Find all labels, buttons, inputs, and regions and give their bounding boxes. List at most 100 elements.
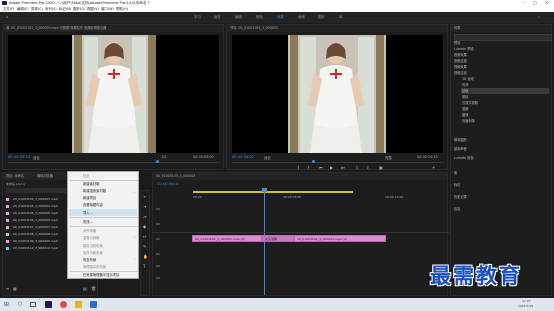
effects-tree-slide[interactable]: 内滑 — [462, 82, 468, 87]
effects-tree-video-transitions[interactable]: 视频过渡 — [454, 70, 467, 75]
menu-item-reveal-explorer[interactable]: 在资源管理器中显示项目 — [83, 272, 119, 277]
workspace-tab-libraries[interactable]: 库 — [339, 14, 342, 20]
panel-essential-graphics[interactable]: 基本图形 — [454, 137, 467, 142]
effects-tree-page-peel[interactable]: 页面剥落 — [462, 118, 475, 123]
effects-tree-3d[interactable]: 3D 运动 — [462, 76, 474, 81]
track-label-a1[interactable]: A1 — [156, 252, 160, 256]
timeline-tab[interactable]: 00_01003103_3_000003 — [156, 173, 195, 180]
app-taskbar-icon[interactable] — [90, 301, 97, 308]
hand-tool-icon[interactable]: ✋ — [143, 255, 148, 259]
program-video-frame[interactable] — [232, 35, 443, 153]
menu-item-save-layout[interactable]: 保存当前布局 — [83, 243, 103, 248]
source-tab[interactable]: 源: 00_01003103_3_000003.mp4 元数据 效果控件 音频剪… — [6, 25, 106, 32]
track-select-tool-icon[interactable]: ⇥ — [143, 205, 146, 209]
menu-item-new-project[interactable]: 新建项目 — [83, 195, 96, 200]
timeline-clip-1[interactable]: 00_01003103_3_000003.mp4 [V] — [192, 235, 262, 242]
source-video-frame[interactable] — [8, 35, 219, 153]
workspace-tab-color[interactable]: 颜色 — [256, 14, 263, 20]
effects-tree-wipe[interactable]: 擦除 — [462, 94, 468, 99]
effects-tree-immersive[interactable]: 沉浸式视频 — [462, 100, 478, 105]
menu-item-find[interactable]: 查找... — [83, 219, 93, 224]
menu-item-paste[interactable]: 粘贴 — [83, 173, 90, 178]
timeline-transition[interactable]: 交叉溶解 — [262, 235, 294, 242]
track-label-v1[interactable]: V1 — [156, 237, 160, 241]
source-playhead[interactable] — [156, 160, 159, 163]
step-forward-icon[interactable]: ⏭ — [341, 166, 345, 170]
panel-info[interactable]: 信息 — [454, 206, 460, 211]
panel-libraries[interactable]: 库 — [454, 170, 457, 175]
menu-item-new-bin[interactable]: 新建素材箱 — [83, 181, 99, 186]
source-fit-dropdown[interactable]: 适合 — [33, 155, 40, 160]
list-view-icon[interactable]: ≡ — [6, 287, 9, 291]
source-scrubber[interactable] — [8, 162, 219, 163]
play-icon[interactable]: ▶ — [330, 166, 333, 170]
track-label-v3[interactable]: V3 — [156, 207, 160, 211]
menu-item-new-search-bin[interactable]: 新建搜索素材箱 — [83, 188, 106, 193]
effects-tree-zoom[interactable]: 缩放 — [462, 112, 468, 117]
search-icon[interactable]: ⌕ — [538, 14, 540, 20]
extract-icon[interactable]: ⇪ — [366, 166, 369, 170]
effects-tree-audio-effects[interactable]: 音频效果 — [454, 52, 467, 57]
workspace-tab-editing[interactable]: 编辑 — [235, 14, 242, 20]
source-timecode[interactable]: 00:00:03:13 — [8, 155, 30, 159]
timeline-playhead[interactable] — [264, 189, 265, 295]
lift-icon[interactable]: ⇧ — [355, 166, 358, 170]
menu-item-view-hidden[interactable]: 查看隐藏内容 — [83, 202, 103, 207]
menu-item-restore-layout[interactable]: 恢复布局 — [83, 257, 96, 262]
effects-tree-video-effects[interactable]: 视频效果 — [454, 64, 467, 69]
panel-lumetri-color[interactable]: Lumetri 颜色 — [454, 155, 474, 160]
effects-tree-dissolve[interactable]: 溶解 — [462, 106, 468, 111]
work-area-bar[interactable] — [193, 191, 353, 193]
panel-markers[interactable]: 标记 — [454, 182, 460, 187]
home-icon[interactable]: ⌂ — [6, 14, 8, 20]
menu-item-save-new-layout[interactable]: 另存为新布局 — [83, 250, 103, 255]
effects-panel-title[interactable]: 效果 — [454, 25, 460, 32]
track-label-v2[interactable]: V2 — [156, 222, 160, 226]
panel-essential-sound[interactable]: 基本声音 — [454, 146, 467, 151]
pen-tool-icon[interactable]: ✎ — [143, 245, 146, 249]
menu-item-import[interactable]: 导入... — [83, 210, 93, 215]
effects-tree-presets[interactable]: 预设 — [454, 40, 460, 45]
ripple-edit-tool-icon[interactable]: ⟛ — [143, 215, 147, 219]
slip-tool-icon[interactable]: ↔ — [143, 235, 146, 239]
project-tab[interactable]: 项目: 未命名 — [6, 173, 24, 180]
workspace-tab-assembly[interactable]: 组件 — [214, 14, 221, 20]
folder-taskbar-icon[interactable] — [75, 301, 82, 308]
export-frame-icon[interactable]: ▣ — [379, 166, 383, 170]
timeline-timecode[interactable]: 00:00:04:02 — [157, 182, 179, 186]
menu-item-align-grid[interactable]: 对齐网格 — [83, 228, 96, 233]
panel-history[interactable]: 历史记录 — [454, 194, 467, 199]
source-resolution-dropdown[interactable]: 1/2 — [161, 155, 166, 159]
program-timecode[interactable]: 00:00:04:02 — [232, 155, 254, 159]
razor-tool-icon[interactable]: ◆ — [143, 225, 146, 229]
track-label-a3[interactable]: A3 — [156, 276, 160, 280]
menu-item-reset-grid[interactable]: 重置为网格 — [83, 235, 99, 240]
workspace-tab-effects[interactable]: 效果 — [277, 14, 284, 20]
program-resolution-dropdown[interactable]: 完整 — [385, 155, 392, 160]
step-back-icon[interactable]: ⏮ — [319, 166, 323, 170]
new-item-icon[interactable]: ▤ — [83, 287, 87, 291]
track-label-a2[interactable]: A2 — [156, 264, 160, 268]
workspace-tab-audio[interactable]: 音频 — [298, 14, 305, 20]
workspace-tab-graphics[interactable]: 图形 — [318, 14, 325, 20]
playhead-handle[interactable] — [262, 188, 267, 192]
type-tool-icon[interactable]: T — [143, 265, 145, 269]
browser-taskbar-icon[interactable] — [60, 301, 67, 308]
project-search-input[interactable] — [6, 188, 66, 193]
icon-view-icon[interactable]: ▦ — [13, 287, 17, 291]
windows-start-icon[interactable]: ⊞ — [4, 301, 9, 308]
timeline-clip-2[interactable]: 00_01003104_3_000004.mp4 [V] — [294, 235, 386, 242]
effects-tree-audio-transitions[interactable]: 音频过渡 — [454, 58, 467, 63]
add-button-icon[interactable]: + — [432, 166, 435, 170]
workspace-tab-learn[interactable]: 学习 — [194, 14, 201, 20]
menu-item-manage-layouts[interactable]: 管理保存的布局 — [83, 264, 106, 269]
selection-tool-icon[interactable]: ➤ — [143, 195, 146, 199]
effects-search-input[interactable] — [454, 34, 552, 41]
program-scrubber[interactable] — [232, 162, 443, 163]
media-browser-tab[interactable]: 媒体浏览器 — [37, 173, 53, 180]
mark-in-icon[interactable]: { — [297, 166, 300, 170]
premiere-taskbar-icon[interactable] — [45, 301, 52, 308]
task-view-icon[interactable] — [30, 302, 36, 307]
mark-out-icon[interactable]: } — [307, 166, 310, 170]
program-tab[interactable]: 节目: 00_01003103_3_000003 — [230, 25, 278, 32]
